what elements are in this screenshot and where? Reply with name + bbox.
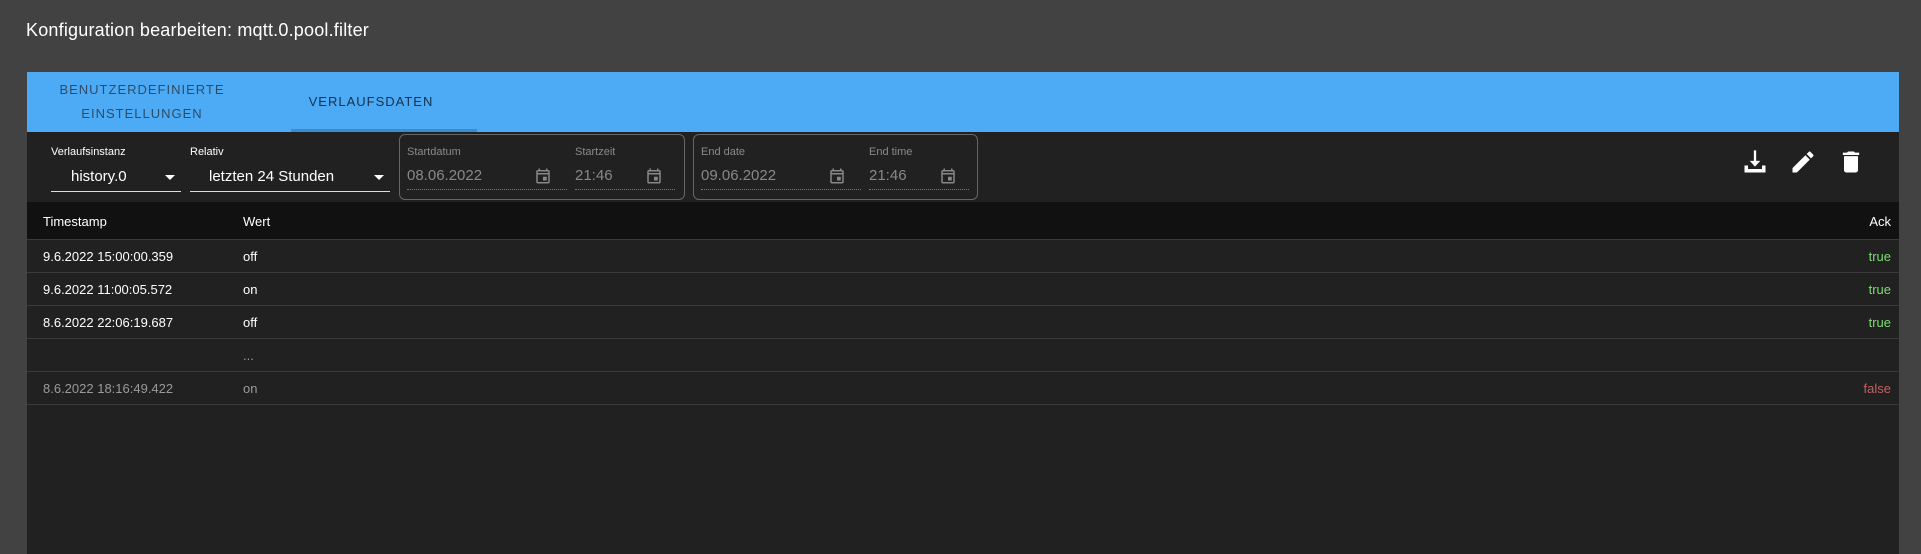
cell-ack: true	[1868, 282, 1891, 297]
delete-icon[interactable]	[1837, 148, 1865, 176]
cell-ack: true	[1868, 315, 1891, 330]
tab-custom-settings-line2: EINSTELLUNGEN	[81, 106, 203, 121]
column-ack: Ack	[1869, 214, 1891, 229]
chevron-down-icon	[165, 175, 175, 180]
calendar-icon[interactable]	[939, 167, 957, 185]
cell-value: ...	[243, 348, 254, 363]
calendar-icon[interactable]	[645, 167, 663, 185]
cell-ack: false	[1863, 381, 1891, 396]
table-header: Timestamp Wert Ack	[27, 202, 1899, 240]
chevron-down-icon	[374, 175, 384, 180]
cell-value: on	[243, 282, 258, 297]
tab-bar: BENUTZERDEFINIERTE EINSTELLUNGEN VERLAUF…	[27, 72, 1899, 132]
start-range-group: Startdatum 08.06.2022 Startzeit 21:46	[399, 134, 685, 200]
table-row[interactable]: 8.6.2022 18:16:49.422 on false	[27, 372, 1899, 405]
instance-select[interactable]: history.0	[51, 164, 181, 192]
cell-value: off	[243, 315, 258, 330]
dialog-right-margin	[1899, 72, 1921, 554]
table-row-ellipsis: ...	[27, 339, 1899, 372]
cell-timestamp: 9.6.2022 15:00:00.359	[43, 249, 174, 264]
dialog-title: Konfiguration bearbeiten: mqtt.0.pool.fi…	[26, 20, 370, 40]
calendar-icon[interactable]	[828, 167, 846, 185]
cell-ack: true	[1868, 249, 1891, 264]
instance-value: history.0	[71, 168, 127, 185]
column-timestamp: Timestamp	[43, 214, 107, 229]
relative-select[interactable]: letzten 24 Stunden	[190, 164, 390, 192]
end-date-label: End date	[701, 146, 746, 158]
config-dialog: Konfiguration bearbeiten: mqtt.0.pool.fi…	[0, 0, 1921, 554]
table-row[interactable]: 9.6.2022 11:00:05.572 on true	[27, 273, 1899, 306]
download-icon[interactable]	[1741, 148, 1769, 176]
start-time-label: Startzeit	[575, 146, 616, 158]
start-date-label: Startdatum	[407, 146, 461, 158]
relative-value: letzten 24 Stunden	[209, 168, 335, 185]
calendar-icon[interactable]	[534, 167, 552, 185]
end-range-group: End date 09.06.2022 End time 21:46	[693, 134, 978, 200]
relative-label: Relativ	[190, 146, 224, 158]
table-row[interactable]: 8.6.2022 22:06:19.687 off true	[27, 306, 1899, 339]
end-time-label: End time	[869, 146, 913, 158]
instance-label: Verlaufsinstanz	[51, 146, 126, 158]
tab-custom-settings-line1: BENUTZERDEFINIERTE	[59, 82, 225, 97]
history-toolbar: Verlaufsinstanz history.0 Relativ letzte…	[27, 132, 1899, 200]
cell-value: on	[243, 381, 258, 396]
cell-timestamp: 9.6.2022 11:00:05.572	[43, 282, 173, 297]
tab-custom-settings[interactable]: BENUTZERDEFINIERTE EINSTELLUNGEN	[57, 72, 227, 132]
tab-history-data[interactable]: VERLAUFSDATEN	[291, 72, 451, 132]
dialog-content: BENUTZERDEFINIERTE EINSTELLUNGEN VERLAUF…	[27, 72, 1899, 554]
cell-timestamp: 8.6.2022 22:06:19.687	[43, 315, 174, 330]
table-row[interactable]: 9.6.2022 15:00:00.359 off true	[27, 240, 1899, 273]
cell-value: off	[243, 249, 258, 264]
edit-icon[interactable]	[1789, 148, 1817, 176]
column-value: Wert	[243, 214, 271, 229]
cell-timestamp: 8.6.2022 18:16:49.422	[43, 381, 174, 396]
